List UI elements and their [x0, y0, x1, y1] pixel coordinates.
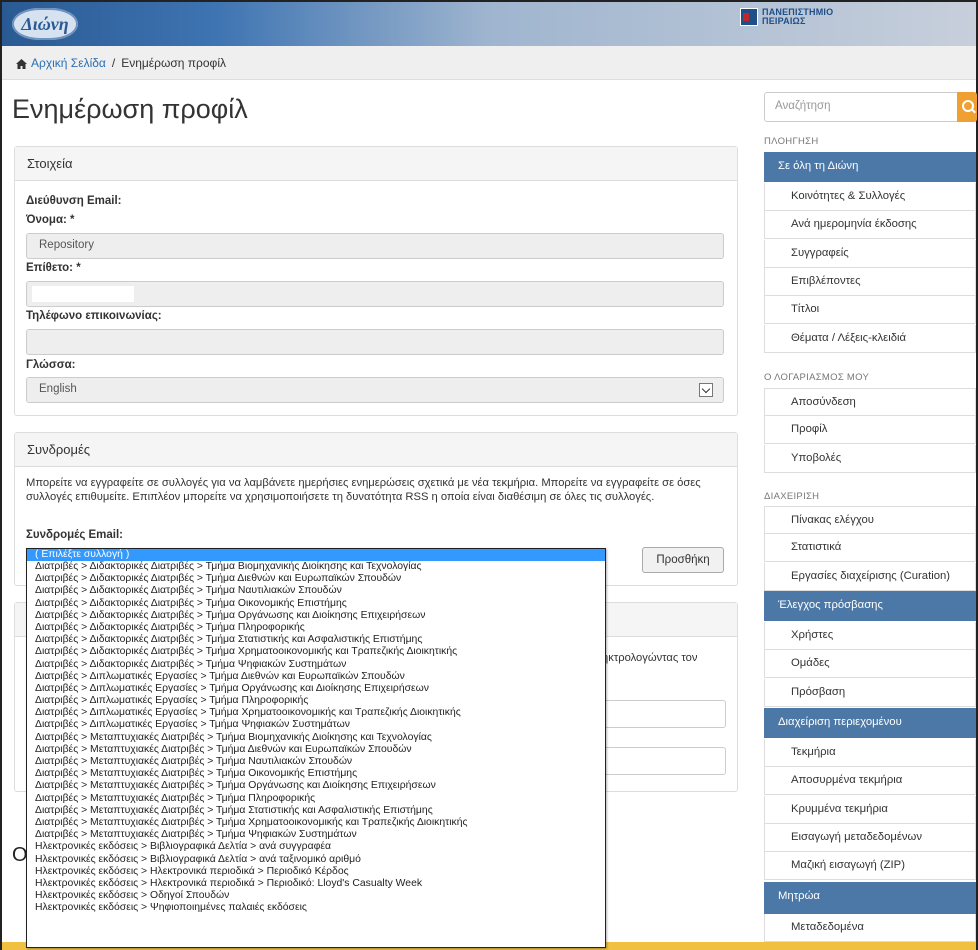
select-option[interactable]: Ηλεκτρονικές εκδόσεις > Ηλεκτρονικά περι…	[27, 866, 605, 878]
select-option[interactable]: Ηλεκτρονικές εκδόσεις > Ψηφιοποιημένες π…	[27, 902, 605, 914]
select-option[interactable]: Διατριβές > Διπλωματικές Εργασίες > Τμήμ…	[27, 671, 605, 683]
last-name-label: Επίθετο: *	[26, 262, 81, 274]
sidebar-item-nav-0[interactable]: Κοινότητες & Συλλογές	[764, 183, 976, 211]
sidebar-item-account-1[interactable]: Προφίλ	[764, 416, 976, 445]
university-emblem-icon	[740, 8, 758, 26]
sidebar-access-control[interactable]: Έλεγχος πρόσβασης	[764, 591, 976, 621]
select-option[interactable]: Διατριβές > Διπλωματικές Εργασίες > Τμήμ…	[27, 719, 605, 731]
select-option[interactable]: Διατριβές > Μεταπτυχιακές Διατριβές > Τμ…	[27, 768, 605, 780]
collection-select-list[interactable]: ( Επιλέξτε συλλογή ) Διατριβές > Διδακτορ…	[26, 548, 606, 948]
sidebar-item-access-1[interactable]: Ομάδες	[764, 650, 976, 679]
sidebar-item-registry-0[interactable]: Μεταδεδομένα	[764, 914, 976, 942]
sidebar-item-account-2[interactable]: Υποβολές	[764, 444, 976, 473]
sidebar-item-content-1[interactable]: Αποσυρμένα τεκμήρια	[764, 767, 976, 796]
sidebar-item-nav-3[interactable]: Επιβλέποντες	[764, 267, 976, 296]
sidebar-item-nav-4[interactable]: Τίτλοι	[764, 296, 976, 325]
select-option[interactable]: Διατριβές > Διδακτορικές Διατριβές > Τμή…	[27, 659, 605, 671]
select-option[interactable]: Διατριβές > Μεταπτυχιακές Διατριβές > Τμ…	[27, 732, 605, 744]
add-subscription-button[interactable]: Προσθήκη	[642, 547, 724, 573]
chevron-down-icon[interactable]	[699, 383, 713, 397]
sidebar-item-content-4[interactable]: Μαζική εισαγωγή (ZIP)	[764, 852, 976, 881]
phone-label: Τηλέφωνο επικοινωνίας:	[26, 310, 162, 322]
search-input[interactable]: Αναζήτηση	[764, 92, 958, 122]
select-option[interactable]: Διατριβές > Διπλωματικές Εργασίες > Τμήμ…	[27, 707, 605, 719]
phone-field[interactable]	[26, 329, 724, 355]
select-option[interactable]: Ηλεκτρονικές εκδόσεις > Βιβλιογραφικά Δε…	[27, 841, 605, 853]
first-name-field[interactable]: Repository	[26, 233, 724, 259]
breadcrumb-current: Ενημέρωση προφίλ	[121, 55, 226, 70]
sidebar-item-account-0[interactable]: Αποσύνδεση	[764, 388, 976, 416]
select-option[interactable]: Διατριβές > Μεταπτυχιακές Διατριβές > Τμ…	[27, 780, 605, 792]
breadcrumb-separator: /	[111, 55, 116, 70]
select-option[interactable]: Διατριβές > Μεταπτυχιακές Διατριβές > Τμ…	[27, 817, 605, 829]
university-logo[interactable]: ΠΑΝΕΠΙΣΤΗΜΙΟ ΠΕΙΡΑΙΩΣ	[740, 8, 833, 26]
select-option[interactable]: Διατριβές > Διδακτορικές Διατριβές > Τμή…	[27, 622, 605, 634]
details-heading: Στοιχεία	[15, 147, 737, 181]
language-select[interactable]: English	[26, 377, 724, 403]
admin-section-heading: ΔΙΑΧΕΙΡΙΣΗ	[764, 491, 820, 502]
sidebar-item-all-dione[interactable]: Σε όλη τη Διώνη	[764, 152, 976, 182]
language-value: English	[39, 383, 77, 395]
sidebar-item-admin-2[interactable]: Εργασίες διαχείρισης (Curation)	[764, 562, 976, 591]
dione-logo[interactable]: Διώνη	[12, 8, 78, 40]
sidebar-registries[interactable]: Μητρώα	[764, 882, 976, 914]
sidebar-item-content-2[interactable]: Κρυμμένα τεκμήρια	[764, 795, 976, 824]
password-hint-partial: ηκτρολογώντας τον	[602, 652, 698, 664]
select-option[interactable]: Διατριβές > Διπλωματικές Εργασίες > Τμήμ…	[27, 683, 605, 695]
top-banner: Διώνη ΠΑΝΕΠΙΣΤΗΜΙΟ ΠΕΙΡΑΙΩΣ	[2, 2, 976, 46]
search-icon[interactable]	[957, 92, 977, 122]
select-option[interactable]: Διατριβές > Μεταπτυχιακές Διατριβές > Τμ…	[27, 744, 605, 756]
select-option[interactable]: Διατριβές > Μεταπτυχιακές Διατριβές > Τμ…	[27, 829, 605, 841]
select-option-placeholder[interactable]: ( Επιλέξτε συλλογή )	[27, 549, 605, 561]
breadcrumb-home-link[interactable]: Αρχική Σελίδα	[31, 56, 106, 70]
sidebar-item-content-3[interactable]: Εισαγωγή μεταδεδομένων	[764, 823, 976, 852]
sidebar-item-nav-5[interactable]: Θέματα / Λέξεις-κλειδιά	[764, 324, 976, 353]
redacted-last-name	[32, 286, 134, 302]
subscriptions-heading: Συνδρομές	[15, 433, 737, 467]
sidebar-item-admin-0[interactable]: Πίνακας ελέγχου	[764, 506, 976, 534]
select-option[interactable]: Διατριβές > Διδακτορικές Διατριβές > Τμή…	[27, 573, 605, 585]
home-icon	[16, 58, 27, 69]
password-confirm-field[interactable]	[602, 747, 726, 775]
select-option[interactable]: Διατριβές > Διδακτορικές Διατριβές > Τμή…	[27, 585, 605, 597]
email-label: Διεύθυνση Email:	[26, 195, 122, 207]
select-option[interactable]: Διατριβές > Διπλωματικές Εργασίες > Τμήμ…	[27, 695, 605, 707]
select-option[interactable]: Διατριβές > Μεταπτυχιακές Διατριβές > Τμ…	[27, 756, 605, 768]
select-option[interactable]: Ηλεκτρονικές εκδόσεις > Οδηγοί Σπουδών	[27, 890, 605, 902]
select-option[interactable]: Διατριβές > Διδακτορικές Διατριβές > Τμή…	[27, 561, 605, 573]
select-option[interactable]: Διατριβές > Διδακτορικές Διατριβές > Τμή…	[27, 610, 605, 622]
sidebar-item-content-0[interactable]: Τεκμήρια	[764, 739, 976, 767]
select-option[interactable]: Ηλεκτρονικές εκδόσεις > Βιβλιογραφικά Δε…	[27, 854, 605, 866]
page-title: Ενημέρωση προφίλ	[12, 94, 248, 124]
breadcrumb: Αρχική Σελίδα / Ενημέρωση προφίλ	[2, 46, 976, 80]
select-option[interactable]: Ηλεκτρονικές εκδόσεις > Ηλεκτρονικά περι…	[27, 878, 605, 890]
password-field[interactable]	[602, 700, 726, 728]
sidebar-item-access-0[interactable]: Χρήστες	[764, 622, 976, 650]
first-name-label: Όνομα: *	[26, 214, 75, 226]
select-option[interactable]: Διατριβές > Μεταπτυχιακές Διατριβές > Τμ…	[27, 793, 605, 805]
select-option[interactable]: Διατριβές > Μεταπτυχιακές Διατριβές > Τμ…	[27, 805, 605, 817]
university-name-sub: ΠΕΙΡΑΙΩΣ	[762, 16, 806, 26]
email-subscriptions-label: Συνδρομές Email:	[26, 529, 124, 541]
subscriptions-description: Μπορείτε να εγγραφείτε σε συλλογές για ν…	[26, 477, 701, 503]
language-label: Γλώσσα:	[26, 359, 76, 371]
select-option[interactable]: Διατριβές > Διδακτορικές Διατριβές > Τμή…	[27, 598, 605, 610]
sidebar-item-nav-2[interactable]: Συγγραφείς	[764, 239, 976, 268]
account-section-heading: Ο ΛΟΓΑΡΙΑΣΜΟΣ ΜΟΥ	[764, 372, 870, 383]
select-option[interactable]: Διατριβές > Διδακτορικές Διατριβές > Τμή…	[27, 646, 605, 658]
sidebar-content-management[interactable]: Διαχείριση περιεχομένου	[764, 708, 976, 738]
sidebar-item-nav-1[interactable]: Ανά ημερομηνία έκδοσης	[764, 211, 976, 240]
sidebar-item-access-2[interactable]: Πρόσβαση	[764, 678, 976, 707]
select-option[interactable]: Διατριβές > Διδακτορικές Διατριβές > Τμή…	[27, 634, 605, 646]
sidebar-item-admin-1[interactable]: Στατιστικά	[764, 534, 976, 563]
nav-section-heading: ΠΛΟΗΓΗΣΗ	[764, 136, 819, 147]
